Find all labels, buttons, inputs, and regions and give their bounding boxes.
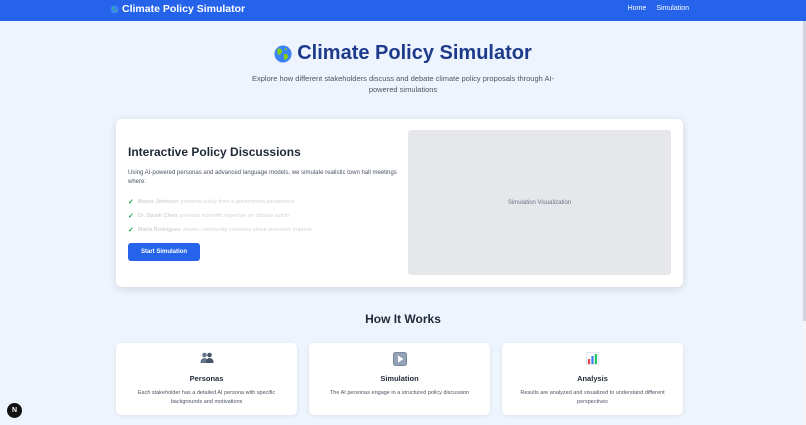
intro-description: Using AI-powered personas and advanced l… xyxy=(128,170,397,185)
list-item: ✓ Mayor Johnson presents policy from a g… xyxy=(128,195,312,209)
how-it-works-heading: How It Works xyxy=(365,312,441,326)
page-title: Climate Policy Simulator xyxy=(0,42,806,65)
brand-title: Climate Policy Simulator xyxy=(122,3,246,15)
intro-heading: Interactive Policy Discussions xyxy=(128,145,301,159)
bar-chart-icon xyxy=(586,352,599,365)
checkmark-icon: ✓ xyxy=(128,213,134,220)
intro-card: Interactive Policy Discussions Using AI-… xyxy=(116,119,683,287)
page-subtitle: Explore how different stakeholders discu… xyxy=(251,74,555,94)
nav-link-simulation[interactable]: Simulation xyxy=(656,5,689,12)
visualization-placeholder-label: Simulation Visualization xyxy=(507,199,572,206)
checkmark-icon: ✓ xyxy=(128,199,134,206)
feature-card-simulation: Simulation The AI personas engage in a s… xyxy=(309,343,490,415)
feature-description: Results are analyzed and visualized to u… xyxy=(520,390,665,405)
list-item: ✓ Dr. Sarah Chen provides scientific exp… xyxy=(128,209,312,223)
start-simulation-button[interactable]: Start Simulation xyxy=(128,243,200,261)
play-icon xyxy=(392,352,407,366)
simulation-visualization: Simulation Visualization xyxy=(408,130,671,275)
stakeholder-name: Maria Rodriguez xyxy=(137,227,181,233)
stakeholder-name: Dr. Sarah Chen xyxy=(137,213,178,219)
people-icon xyxy=(200,352,213,363)
brand[interactable]: Climate Policy Simulator xyxy=(110,3,245,15)
checkmark-icon: ✓ xyxy=(128,227,134,234)
feature-title: Analysis xyxy=(577,374,608,383)
feature-title: Simulation xyxy=(380,374,419,383)
feature-description: Each stakeholder has a detailed AI perso… xyxy=(137,390,276,405)
feature-title: Personas xyxy=(189,374,224,383)
stakeholder-role: provides scientific expertise on climate… xyxy=(179,213,290,219)
list-item: ✓ Maria Rodriguez shares community conce… xyxy=(128,223,312,237)
feature-card-analysis: Analysis Results are analyzed and visual… xyxy=(502,343,683,415)
page-title-text: Climate Policy Simulator xyxy=(297,42,532,64)
nextjs-dev-indicator[interactable]: N xyxy=(7,403,22,418)
globe-icon xyxy=(110,4,119,14)
feature-card-personas: Personas Each stakeholder has a detailed… xyxy=(116,343,297,415)
nav-link-home[interactable]: Home xyxy=(628,5,647,12)
stakeholder-role: presents policy from a government perspe… xyxy=(180,199,295,205)
stakeholder-role: shares community concerns about economic… xyxy=(182,227,312,233)
stakeholder-name: Mayor Johnson xyxy=(137,199,179,205)
globe-icon xyxy=(274,44,292,63)
stakeholder-list: ✓ Mayor Johnson presents policy from a g… xyxy=(128,195,312,237)
top-nav-bar: Climate Policy Simulator Home Simulation xyxy=(0,0,806,21)
feature-description: The AI personas engage in a structured p… xyxy=(329,390,470,396)
